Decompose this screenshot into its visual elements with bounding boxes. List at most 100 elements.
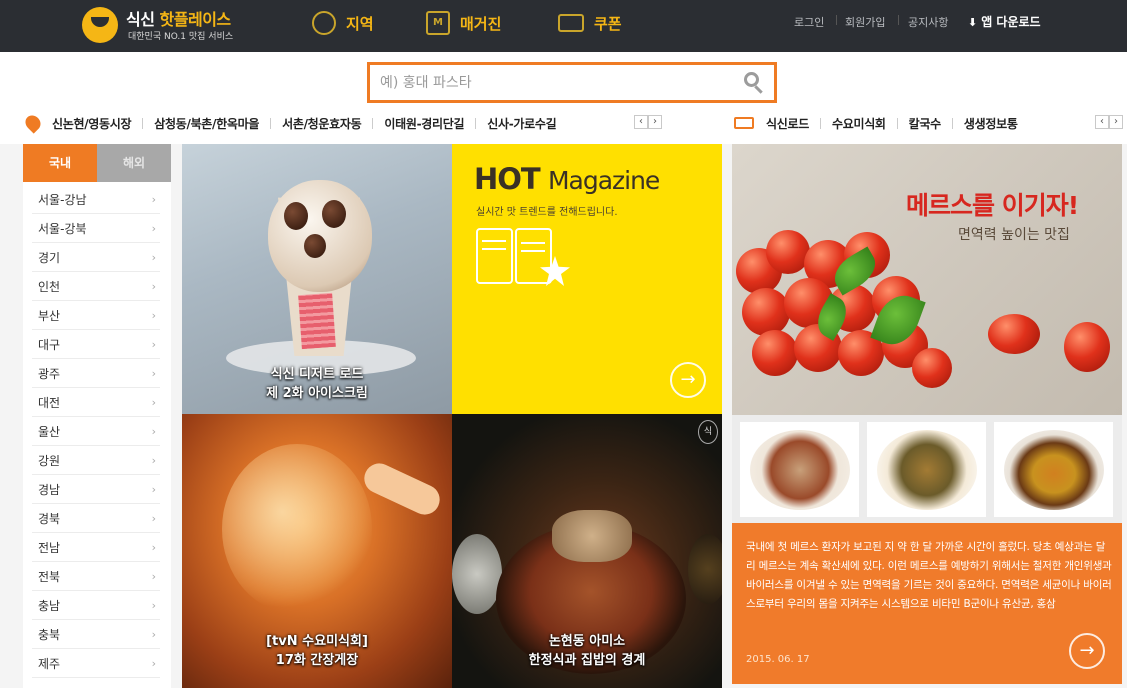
region-item[interactable]: 충북 › [32, 620, 160, 649]
region-item[interactable]: 경기 › [32, 243, 160, 272]
region-item[interactable]: 경남 › [32, 475, 160, 504]
top-bar: 식신 핫플레이스 대한민국 NO.1 맛집 서비스 지역 M 매거진 쿠폰 로그… [0, 0, 1127, 52]
chevron-right-icon: › [151, 366, 156, 380]
tile-mers-feature[interactable]: 메르스를 이기자! 면역력 높이는 맛집 국내에 첫 메르스 환자가 보고된 지… [732, 144, 1122, 684]
quick-theme-item[interactable]: 식신로드 [766, 115, 809, 132]
tomato-image [742, 288, 790, 336]
magazine-icon: M [426, 11, 450, 35]
search-icon[interactable] [744, 72, 764, 94]
area-prev-button[interactable]: ‹ [634, 115, 648, 129]
region-item[interactable]: 충남 › [32, 591, 160, 620]
tomato-photo: 메르스를 이기자! 면역력 높이는 맛집 [732, 144, 1122, 415]
notice-link[interactable]: 공지사항 [908, 14, 948, 30]
search-box [367, 62, 777, 103]
dish-thumbnail[interactable] [740, 422, 859, 517]
arrow-right-icon[interactable]: → [670, 362, 706, 398]
region-item[interactable]: 경북 › [32, 504, 160, 533]
mers-headline: 메르스를 이기자! [906, 191, 1079, 220]
nav-magazine-label: 매거진 [460, 14, 502, 33]
mers-subheadline: 면역력 높이는 맛집 [958, 227, 1070, 243]
tv-icon [734, 117, 754, 129]
meat-image [552, 510, 632, 562]
region-item[interactable]: 제주 › [32, 649, 160, 678]
util-divider [898, 15, 899, 25]
tile-dessert-road[interactable]: 식신 디저트 로드 제 2화 아이스크림 [182, 144, 452, 414]
location-pin-icon [22, 112, 44, 134]
theme-next-button[interactable]: › [1109, 115, 1123, 129]
divider [896, 117, 898, 129]
quick-area-item[interactable]: 이태원-경리단길 [384, 115, 464, 132]
util-divider [836, 15, 837, 25]
mers-date: 2015. 06. 17 [746, 654, 810, 665]
dish-thumbnails [732, 415, 1122, 523]
crab-image [222, 444, 372, 614]
chevron-right-icon: › [151, 540, 156, 554]
quick-area-item[interactable]: 신논현/영동시장 [52, 115, 132, 132]
theme-prev-button[interactable]: ‹ [1095, 115, 1109, 129]
arrow-right-icon[interactable]: → [1069, 633, 1105, 669]
region-item[interactable]: 대구 › [32, 330, 160, 359]
tile-caption: [tvN 수요미식회] 17화 간장게장 [266, 634, 368, 668]
dish-thumbnail[interactable] [867, 422, 986, 517]
side-dish-image [452, 534, 502, 614]
site-logo[interactable]: 식신 핫플레이스 대한민국 NO.1 맛집 서비스 [82, 5, 257, 45]
crab-leg-image [359, 458, 445, 520]
restaurant-badge: 식 [698, 420, 718, 444]
divider [819, 117, 821, 129]
chevron-right-icon: › [151, 511, 156, 525]
region-item[interactable]: 서울-강북 › [32, 214, 160, 243]
hot-magazine-title: HOT Magazine [474, 162, 660, 196]
chevron-right-icon: › [151, 656, 156, 670]
tile-hot-magazine[interactable]: HOT Magazine 실시간 맛 트렌드를 전해드립니다. → [452, 144, 722, 414]
tile-caption: 식신 디저트 로드 제 2화 아이스크림 [266, 367, 368, 401]
region-panel: 국내 해외 서울-강남 › 서울-강북 › 경기 › 인천 › 부산 › 대구 › 광주 › … [23, 144, 171, 688]
nav-region[interactable]: 지역 [312, 8, 374, 38]
tab-overseas[interactable]: 해외 [97, 144, 171, 182]
divider [142, 117, 144, 129]
nav-coupon[interactable]: 쿠폰 [558, 8, 622, 38]
region-item[interactable]: 부산 › [32, 301, 160, 330]
quick-area-item[interactable]: 서촌/청운효자동 [282, 115, 362, 132]
nav-magazine[interactable]: M 매거진 [426, 8, 501, 38]
nav-region-label: 지역 [346, 14, 374, 33]
signup-link[interactable]: 회원가입 [845, 14, 885, 30]
region-item[interactable]: 울산 › [32, 417, 160, 446]
chevron-right-icon: › [151, 221, 156, 235]
tab-domestic[interactable]: 국내 [23, 144, 97, 182]
tile-amiso[interactable]: 식 논현동 아미소 한정식과 집밥의 경계 [452, 414, 722, 688]
logo-subtitle: 대한민국 NO.1 맛집 서비스 [128, 32, 234, 42]
region-item[interactable]: 전북 › [32, 562, 160, 591]
search-input[interactable] [380, 71, 720, 95]
chocolate-eye-image [322, 200, 346, 228]
dish-thumbnail[interactable] [994, 422, 1113, 517]
region-item[interactable]: 강원 › [32, 446, 160, 475]
area-pager: ‹ › [634, 115, 662, 129]
chevron-right-icon: › [151, 453, 156, 467]
region-item[interactable]: 인천 › [32, 272, 160, 301]
tomato-image [912, 348, 952, 388]
nav-coupon-label: 쿠폰 [594, 14, 622, 33]
region-item[interactable]: 전남 › [32, 533, 160, 562]
quick-theme-item[interactable]: 생생정보통 [964, 115, 1018, 132]
chocolate-nose-image [304, 234, 326, 258]
login-link[interactable]: 로그인 [794, 14, 824, 30]
tomato-image [1064, 322, 1110, 372]
quick-theme-item[interactable]: 수요미식회 [832, 115, 886, 132]
chevron-right-icon: › [151, 569, 156, 583]
chevron-right-icon: › [151, 279, 156, 293]
region-item[interactable]: 서울-강남 › [32, 185, 160, 214]
divider [951, 117, 953, 129]
region-item[interactable]: 대전 › [32, 388, 160, 417]
download-icon: ⬇ [968, 16, 978, 29]
quick-theme-item[interactable]: 칼국수 [909, 115, 942, 132]
magazine-book-icon [474, 228, 556, 286]
quick-area-item[interactable]: 신사-가로수길 [487, 115, 556, 132]
chevron-right-icon: › [151, 424, 156, 438]
quick-area-item[interactable]: 삼청동/북촌/한옥마을 [154, 115, 259, 132]
region-item[interactable]: 광주 › [32, 359, 160, 388]
area-next-button[interactable]: › [648, 115, 662, 129]
app-download-button[interactable]: ⬇ 앱 다운로드 [968, 13, 1041, 30]
tile-soy-crab[interactable]: [tvN 수요미식회] 17화 간장게장 [182, 414, 452, 688]
hot-magazine-subtitle: 실시간 맛 트렌드를 전해드립니다. [476, 207, 618, 218]
chevron-right-icon: › [151, 337, 156, 351]
